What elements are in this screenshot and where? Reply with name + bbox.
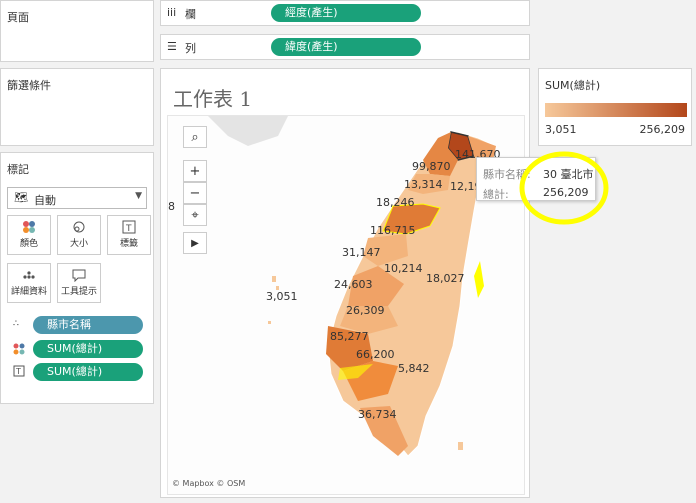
color-field-icon [13, 343, 25, 358]
pages-title: 頁面 [7, 11, 29, 24]
map-label: 3,051 [266, 290, 298, 303]
pages-panel[interactable]: 頁面 [0, 0, 154, 62]
label-button-label: 標籤 [119, 239, 138, 249]
map-label: 18,246 [376, 196, 415, 209]
legend-title: SUM(總計) [545, 79, 601, 92]
detail-icon [8, 268, 50, 284]
color-button[interactable]: 顏色 [7, 215, 51, 255]
pin-icon[interactable]: ⌖ [183, 204, 207, 226]
map-label: 26,309 [346, 304, 385, 317]
map-label: 10,214 [384, 262, 423, 275]
size-button-label: 大小 [69, 239, 88, 249]
chevron-down-icon: ▼ [135, 191, 142, 201]
map-label: 13,314 [404, 178, 443, 191]
legend-min: 3,051 [545, 123, 577, 136]
color-dots-icon [8, 220, 50, 236]
map-credit: © Mapbox © OSM [172, 479, 246, 488]
columns-shelf[interactable]: iii 欄 經度(產生) [160, 0, 530, 26]
detail-button-label: 詳細資料 [10, 287, 47, 297]
map-label: 18,027 [426, 272, 465, 285]
worksheet-title: 工作表 1 [173, 87, 253, 111]
expand-arrow-icon[interactable]: ▶ [183, 232, 207, 254]
worksheet-panel: 工作表 1 99,870 13,314 18,246 116,715 31,14… [160, 68, 530, 498]
label-icon: T [108, 220, 150, 236]
columns-label: 欄 [185, 8, 196, 21]
filters-panel[interactable]: 篩選條件 [0, 68, 154, 146]
detail-field-icon: ∴ [13, 319, 19, 329]
map-label: 24,603 [334, 278, 373, 291]
map-label: 31,147 [342, 246, 381, 259]
label-field-icon: T [13, 365, 25, 380]
filters-title: 篩選條件 [7, 79, 51, 92]
columns-icon: iii [167, 6, 177, 19]
rows-icon: ☰ [167, 40, 177, 53]
tooltip-button[interactable]: 工具提示 [57, 263, 101, 303]
size-icon [58, 220, 100, 236]
map-label: 5,842 [398, 362, 430, 375]
map-mark-icon: 🗺 [14, 191, 28, 204]
map-label: 116,715 [370, 224, 416, 237]
map-toolbar: ⌕ + − ⌖ ▶ [183, 126, 209, 254]
color-legend: SUM(總計) 3,051 256,209 [538, 68, 692, 146]
svg-text:T: T [125, 224, 132, 234]
mark-type-dropdown[interactable]: 🗺 自動 ▼ [7, 187, 147, 209]
field-pill-label-sum[interactable]: SUM(總計) [33, 363, 143, 381]
field-pill-county[interactable]: 縣市名稱 [33, 316, 143, 334]
color-button-label: 顏色 [19, 239, 38, 249]
mark-type-value: 自動 [34, 194, 56, 207]
marks-panel: 標記 🗺 自動 ▼ 顏色 大小 T 標籤 詳細資料 工具提示 ∴ 縣市名稱 SU… [0, 152, 154, 404]
detail-button[interactable]: 詳細資料 [7, 263, 51, 303]
map-label: 8 [168, 200, 175, 213]
highlight-annotation [519, 151, 609, 225]
label-button[interactable]: T 標籤 [107, 215, 151, 255]
legend-gradient [545, 103, 687, 117]
taiwan-map[interactable]: 99,870 13,314 18,246 116,715 31,147 10,2… [168, 116, 525, 495]
tooltip-icon [58, 268, 100, 284]
svg-text:T: T [15, 367, 21, 376]
map-label: 66,200 [356, 348, 395, 361]
marks-title: 標記 [7, 163, 29, 176]
legend-max: 256,209 [639, 123, 686, 136]
rows-label: 列 [185, 42, 196, 55]
tooltip-button-label: 工具提示 [60, 287, 97, 297]
map-view[interactable]: 99,870 13,314 18,246 116,715 31,147 10,2… [167, 115, 525, 495]
zoom-out-icon[interactable]: − [183, 182, 207, 204]
map-label: 85,277 [330, 330, 369, 343]
map-label: 99,870 [412, 160, 451, 173]
map-label: 36,734 [358, 408, 397, 421]
tooltip-total-key: 總計: [483, 188, 509, 201]
field-pill-color-sum[interactable]: SUM(總計) [33, 340, 143, 358]
zoom-in-icon[interactable]: + [183, 160, 207, 182]
rows-shelf[interactable]: ☰ 列 緯度(產生) [160, 34, 530, 60]
size-button[interactable]: 大小 [57, 215, 101, 255]
latitude-pill[interactable]: 緯度(產生) [271, 38, 421, 56]
longitude-pill[interactable]: 經度(產生) [271, 4, 421, 22]
search-icon[interactable]: ⌕ [183, 126, 207, 148]
